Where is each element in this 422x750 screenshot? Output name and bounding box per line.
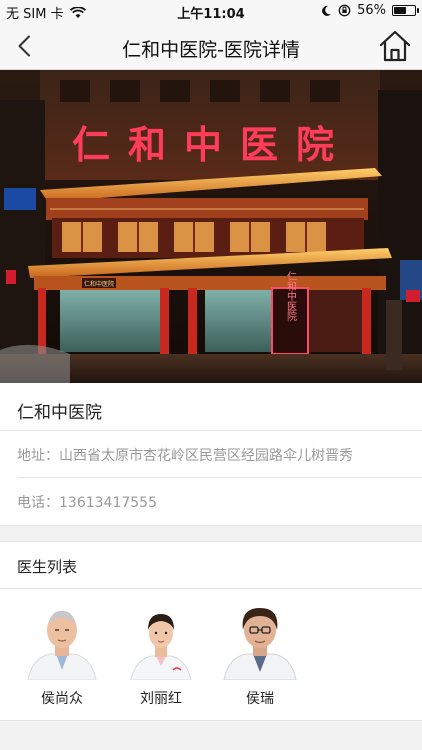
vertical-sign-text: 仁和中医院 [285, 271, 297, 322]
navigation-bar: 仁和中医院-医院详情 [0, 22, 422, 70]
doctor-avatar [220, 600, 300, 680]
section-divider [0, 525, 422, 542]
doctor-card[interactable]: 刘丽红 [116, 600, 206, 708]
back-button[interactable] [8, 30, 40, 62]
battery-percent: 56% [357, 3, 386, 18]
home-button[interactable] [378, 29, 412, 63]
address-label: 地址： [17, 448, 59, 464]
battery-fill [394, 7, 407, 14]
status-bar: 无 SIM 卡 上午11:04 56% [0, 0, 422, 22]
hospital-name: 仁和中医院 [0, 383, 422, 431]
page-title: 仁和中医院-医院详情 [122, 39, 300, 61]
hospital-info: 仁和中医院 地址：山西省太原市杏花岭区民营区经园路伞儿树晋秀 电话：136134… [0, 383, 422, 525]
doctor-list-header: 医生列表 [0, 542, 422, 589]
moon-icon [322, 5, 332, 16]
hospital-photo: 仁和中医院 仁和中医院 仁和中医院 [0, 70, 422, 383]
neon-sign-text: 仁和中医院 [72, 122, 352, 167]
orientation-lock-icon [338, 4, 351, 17]
battery-icon [392, 5, 419, 16]
doctor-section: 医生列表 侯尚众 刘丽红 侯瑞 [0, 542, 422, 720]
bottom-spacer [0, 720, 422, 750]
phone-label: 电话： [17, 495, 59, 511]
doctor-card[interactable]: 侯瑞 [215, 600, 305, 708]
doctor-name: 侯瑞 [246, 691, 274, 707]
home-icon [379, 30, 411, 62]
doctor-list: 侯尚众 刘丽红 侯瑞 [0, 600, 422, 710]
hospital-photo-illustration: 仁和中医院 仁和中医院 仁和中医院 [0, 70, 422, 383]
doctor-card[interactable]: 侯尚众 [17, 600, 107, 708]
address-row: 地址：山西省太原市杏花岭区民营区经园路伞儿树晋秀 [17, 431, 422, 478]
address-value: 山西省太原市杏花岭区民营区经园路伞儿树晋秀 [59, 448, 353, 464]
status-right: 56% [320, 3, 419, 18]
shop-sign-text: 仁和中医院 [84, 280, 114, 288]
phone-row[interactable]: 电话：13613417555 [17, 478, 422, 525]
doctor-name: 刘丽红 [140, 691, 182, 707]
phone-value[interactable]: 13613417555 [59, 495, 157, 511]
chevron-left-icon [18, 35, 30, 57]
doctor-name: 侯尚众 [41, 691, 83, 707]
doctor-avatar [22, 600, 102, 680]
doctor-avatar [121, 600, 201, 680]
